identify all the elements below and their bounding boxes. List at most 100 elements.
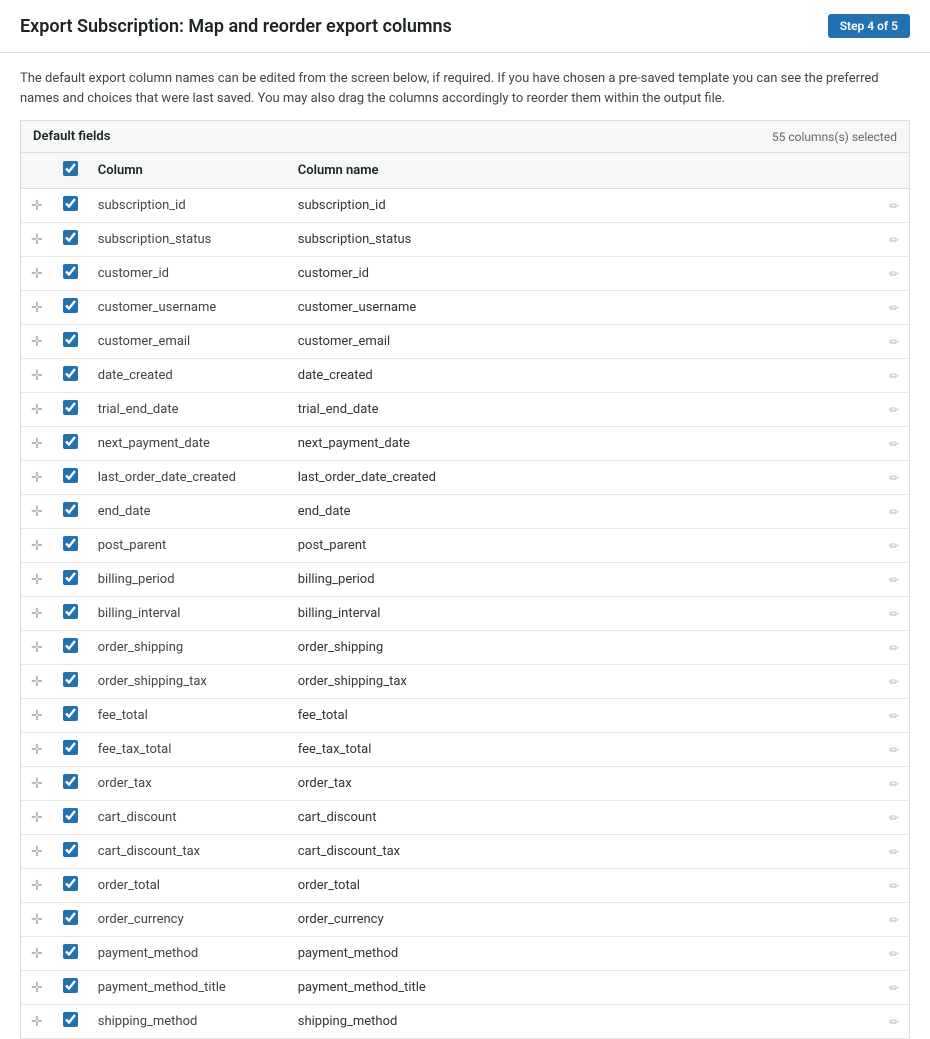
drag-handle-icon[interactable]: ✛: [31, 606, 43, 622]
edit-icon[interactable]: ✏: [889, 573, 899, 587]
column-field: fee_total: [88, 699, 288, 733]
drag-handle-icon[interactable]: ✛: [31, 1014, 43, 1030]
column-name-field: order_shipping_tax ✏: [288, 665, 910, 699]
drag-handle-cell: ✛: [21, 189, 53, 223]
column-field: order_shipping_tax: [88, 665, 288, 699]
edit-icon[interactable]: ✏: [889, 267, 899, 281]
drag-handle-icon[interactable]: ✛: [31, 572, 43, 588]
row-checkbox[interactable]: [63, 298, 78, 313]
row-checkbox[interactable]: [63, 944, 78, 959]
drag-handle-icon[interactable]: ✛: [31, 232, 43, 248]
column-name-field: fee_tax_total ✏: [288, 733, 910, 767]
edit-icon[interactable]: ✏: [889, 709, 899, 723]
drag-handle-icon[interactable]: ✛: [31, 402, 43, 418]
edit-icon[interactable]: ✏: [889, 913, 899, 927]
drag-handle-icon[interactable]: ✛: [31, 368, 43, 384]
drag-handle-icon[interactable]: ✛: [31, 334, 43, 350]
drag-handle-icon[interactable]: ✛: [31, 912, 43, 928]
drag-handle-icon[interactable]: ✛: [31, 198, 43, 214]
drag-handle-icon[interactable]: ✛: [31, 300, 43, 316]
edit-icon[interactable]: ✏: [889, 879, 899, 893]
edit-icon[interactable]: ✏: [889, 403, 899, 417]
edit-icon[interactable]: ✏: [889, 1015, 899, 1029]
column-name-field: shipping_method ✏: [288, 1005, 910, 1039]
drag-handle-icon[interactable]: ✛: [31, 742, 43, 758]
edit-icon[interactable]: ✏: [889, 641, 899, 655]
checkbox-cell: [53, 223, 88, 257]
column-name-value: shipping_method: [298, 1014, 883, 1029]
edit-icon[interactable]: ✏: [889, 471, 899, 485]
edit-icon[interactable]: ✏: [889, 505, 899, 519]
row-checkbox[interactable]: [63, 536, 78, 551]
column-field: customer_email: [88, 325, 288, 359]
row-checkbox[interactable]: [63, 570, 78, 585]
row-checkbox[interactable]: [63, 842, 78, 857]
row-checkbox[interactable]: [63, 604, 78, 619]
checkbox-cell: [53, 597, 88, 631]
row-checkbox[interactable]: [63, 366, 78, 381]
drag-handle-icon[interactable]: ✛: [31, 266, 43, 282]
drag-handle-icon[interactable]: ✛: [31, 640, 43, 656]
row-checkbox[interactable]: [63, 1012, 78, 1027]
checkbox-cell: [53, 699, 88, 733]
drag-handle-icon[interactable]: ✛: [31, 538, 43, 554]
column-name-field: end_date ✏: [288, 495, 910, 529]
edit-icon[interactable]: ✏: [889, 777, 899, 791]
edit-icon[interactable]: ✏: [889, 369, 899, 383]
row-checkbox[interactable]: [63, 264, 78, 279]
drag-handle-icon[interactable]: ✛: [31, 946, 43, 962]
column-name-value: order_tax: [298, 776, 883, 791]
row-checkbox[interactable]: [63, 706, 78, 721]
drag-handle-icon[interactable]: ✛: [31, 878, 43, 894]
checkbox-cell: [53, 189, 88, 223]
drag-handle-icon[interactable]: ✛: [31, 470, 43, 486]
drag-handle-icon[interactable]: ✛: [31, 436, 43, 452]
drag-handle-icon[interactable]: ✛: [31, 980, 43, 996]
drag-handle-icon[interactable]: ✛: [31, 708, 43, 724]
edit-icon[interactable]: ✏: [889, 811, 899, 825]
drag-handle-icon[interactable]: ✛: [31, 844, 43, 860]
row-checkbox[interactable]: [63, 910, 78, 925]
edit-icon[interactable]: ✏: [889, 607, 899, 621]
row-checkbox[interactable]: [63, 978, 78, 993]
checkbox-cell: [53, 835, 88, 869]
drag-handle-icon[interactable]: ✛: [31, 810, 43, 826]
drag-handle-icon[interactable]: ✛: [31, 504, 43, 520]
edit-icon[interactable]: ✏: [889, 675, 899, 689]
row-checkbox[interactable]: [63, 876, 78, 891]
row-checkbox[interactable]: [63, 468, 78, 483]
drag-handle-icon[interactable]: ✛: [31, 674, 43, 690]
edit-icon[interactable]: ✏: [889, 981, 899, 995]
column-name-field: fee_total ✏: [288, 699, 910, 733]
row-checkbox[interactable]: [63, 808, 78, 823]
row-checkbox[interactable]: [63, 434, 78, 449]
edit-icon[interactable]: ✏: [889, 743, 899, 757]
row-checkbox[interactable]: [63, 196, 78, 211]
edit-icon[interactable]: ✏: [889, 845, 899, 859]
edit-icon[interactable]: ✏: [889, 199, 899, 213]
row-checkbox[interactable]: [63, 638, 78, 653]
edit-icon[interactable]: ✏: [889, 301, 899, 315]
column-name-value: date_created: [298, 368, 883, 383]
row-checkbox[interactable]: [63, 502, 78, 517]
edit-icon[interactable]: ✏: [889, 947, 899, 961]
edit-icon[interactable]: ✏: [889, 335, 899, 349]
edit-icon[interactable]: ✏: [889, 233, 899, 247]
row-checkbox[interactable]: [63, 230, 78, 245]
select-all-checkbox[interactable]: [63, 161, 78, 176]
edit-icon[interactable]: ✏: [889, 539, 899, 553]
row-checkbox[interactable]: [63, 740, 78, 755]
row-checkbox[interactable]: [63, 774, 78, 789]
column-field: customer_id: [88, 257, 288, 291]
edit-icon[interactable]: ✏: [889, 437, 899, 451]
row-checkbox[interactable]: [63, 400, 78, 415]
drag-handle-icon[interactable]: ✛: [31, 776, 43, 792]
column-field: order_tax: [88, 767, 288, 801]
column-name-field: order_total ✏: [288, 869, 910, 903]
column-field: customer_username: [88, 291, 288, 325]
drag-handle-cell: ✛: [21, 1005, 53, 1039]
row-checkbox[interactable]: [63, 332, 78, 347]
column-name-field: billing_interval ✏: [288, 597, 910, 631]
table-row: ✛date_created date_created ✏: [21, 359, 910, 393]
row-checkbox[interactable]: [63, 672, 78, 687]
